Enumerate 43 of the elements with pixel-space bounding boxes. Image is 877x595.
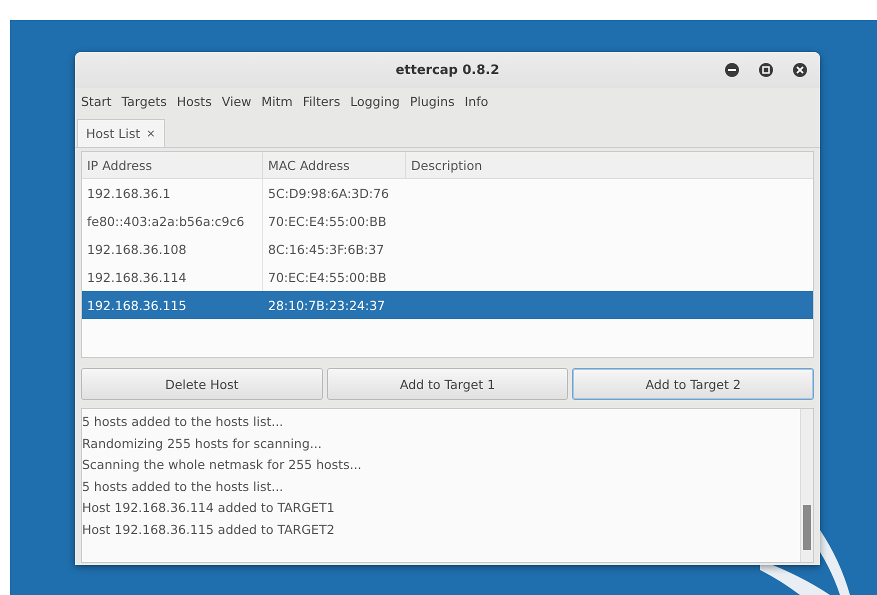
menu-item[interactable]: Info (464, 92, 488, 111)
table-cell-text: 70:EC:E4:55:00:BB (267, 268, 388, 286)
action-button[interactable]: Delete Host (81, 368, 323, 400)
menu-item[interactable]: Start (81, 92, 112, 111)
menu-item[interactable]: Mitm (261, 92, 293, 111)
table-cell: 192.168.36.1 (82, 179, 263, 207)
menu-item[interactable]: Targets (122, 92, 167, 111)
table-cell: fe80::403:a2a:b56a:c9c6 (82, 207, 263, 235)
menu-item[interactable]: Plugins (410, 92, 455, 111)
minimize-icon[interactable] (724, 62, 740, 78)
scrollbar-thumb[interactable] (803, 505, 811, 550)
table-row[interactable]: 192.168.36.108 8C:16:45:3F:6B:37 (82, 235, 813, 263)
menu-item[interactable]: Logging (350, 92, 400, 111)
log-line: Randomizing 255 hosts for scanning... (82, 434, 323, 453)
tab-label: Host List (86, 126, 140, 141)
table-row[interactable]: 192.168.36.115 28:10:7B:23:24:37 (82, 291, 813, 319)
column-header[interactable]: IP Address (82, 152, 263, 178)
menu-item[interactable]: View (222, 92, 252, 111)
log-line: Scanning the whole netmask for 255 hosts... (82, 456, 363, 474)
log-line: 5 hosts added to the hosts list... (82, 478, 284, 496)
column-header[interactable]: MAC Address (263, 152, 406, 178)
column-header[interactable]: Description (406, 152, 813, 178)
table-row[interactable]: fe80::403:a2a:b56a:c9c6 70:EC:E4:55:00:BB (82, 207, 813, 235)
log-line: Host 192.168.36.115 added to TARGET2 (82, 520, 336, 538)
table-cell-text: 5C:D9:98:6A:3D:76 (267, 184, 390, 202)
window-title: ettercap 0.8.2 (396, 62, 500, 78)
table-row[interactable]: 192.168.36.1 5C:D9:98:6A:3D:76 (82, 179, 813, 207)
log-line: Host 192.168.36.114 added to TARGET1 (82, 499, 336, 517)
table-cell-text: 8C:16:45:3F:6B:37 (267, 240, 386, 258)
close-icon[interactable] (792, 62, 808, 78)
table-cell-text: 70:EC:E4:55:00:BB (267, 212, 388, 230)
menu-item[interactable]: Hosts (176, 92, 212, 111)
action-button[interactable]: Add to Target 2 (572, 368, 814, 400)
tab-close-button[interactable]: × (146, 127, 156, 140)
log-line: 5 hosts added to the hosts list... (82, 413, 284, 431)
menu-item[interactable]: Filters (302, 92, 340, 111)
tab[interactable]: Host List × (77, 119, 165, 147)
scrollbar[interactable] (800, 409, 813, 562)
maximize-icon[interactable] (758, 62, 774, 78)
action-button[interactable]: Add to Target 1 (326, 368, 568, 400)
table-cell-text: 192.168.36.115 (86, 296, 188, 314)
table-cell-text: 28:10:7B:23:24:37 (267, 296, 386, 314)
table-cell: 192.168.36.108 (82, 235, 263, 263)
